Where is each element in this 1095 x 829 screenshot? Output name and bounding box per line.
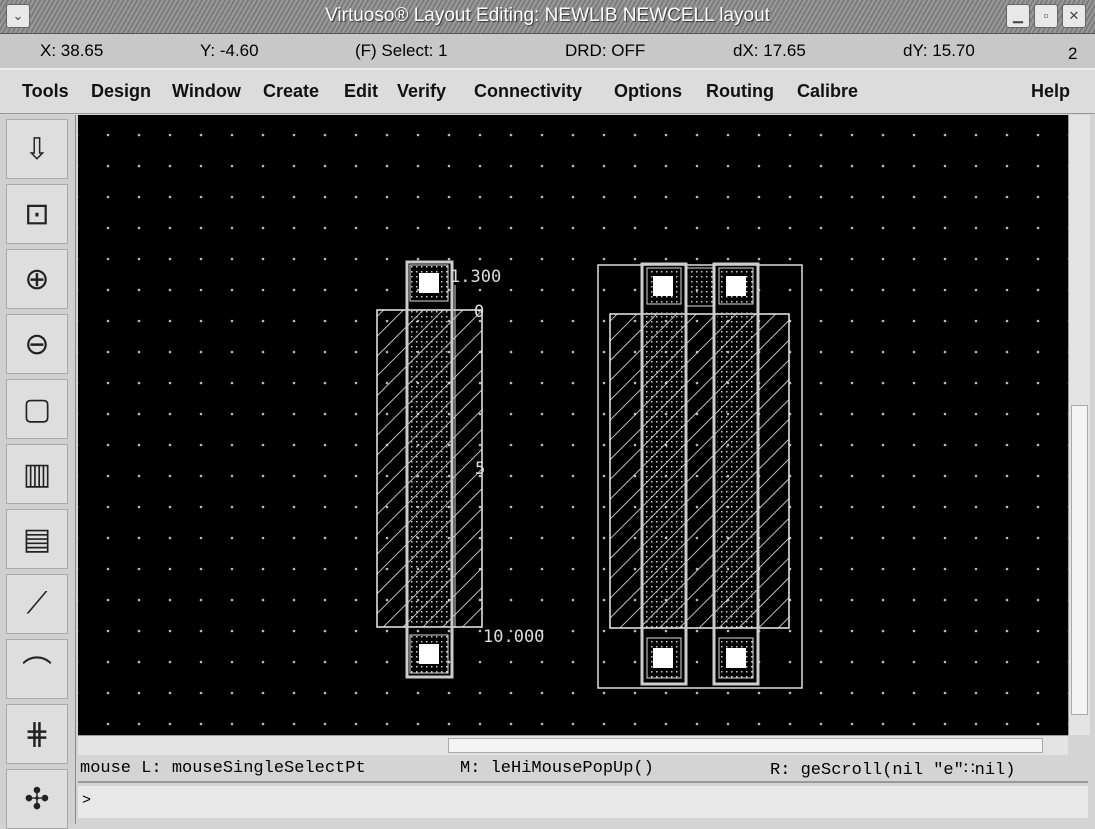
mouse-bindings: mouse L: mouseSingleSelectPt M: leHiMous… — [78, 757, 1088, 783]
select-box-icon: ▢ — [22, 392, 52, 426]
menu-bar: Tools Design Window Create Edit Verify C… — [0, 70, 1095, 114]
command-line[interactable]: > — [78, 786, 1088, 818]
poly-fill — [717, 312, 755, 628]
minimize-button[interactable]: ▁ — [1006, 4, 1030, 28]
grid-dots — [78, 115, 1068, 735]
poly-bridge — [685, 267, 715, 307]
menu-design[interactable]: Design — [91, 81, 151, 102]
contact-cut — [653, 648, 673, 668]
contact-cut — [653, 276, 673, 296]
horizontal-scrollbar[interactable] — [78, 735, 1068, 755]
menu-connectivity[interactable]: Connectivity — [474, 81, 582, 102]
left-toolbar: ⇩ ⊡ ⊕ ⊖ ▢ ▥ ▤ ⟋ ⌒ ⋕ ✣ — [0, 115, 76, 829]
menu-verify[interactable]: Verify — [397, 81, 446, 102]
dx-value: dX: 17.65 — [733, 41, 806, 60]
contact-cut — [726, 276, 746, 296]
path-icon: ⟋ — [26, 587, 48, 620]
window-number: 2 — [1068, 44, 1078, 63]
partial-select-icon: ▤ — [22, 522, 52, 556]
command-prompt: > — [82, 792, 92, 809]
drd-status: DRD: OFF — [565, 41, 646, 60]
mouse-middle-binding: M: leHiMousePopUp() — [460, 759, 654, 778]
menu-options[interactable]: Options — [614, 81, 682, 102]
mouse-right-binding: R: geScroll(nil "e"∷nil) — [770, 761, 1016, 780]
arc-icon: ⌒ — [22, 656, 52, 689]
zoom-out-tool-button[interactable]: ⊖ — [6, 314, 68, 374]
dy-value: dY: 15.70 — [903, 41, 975, 60]
diffusion — [609, 313, 790, 629]
menu-routing[interactable]: Routing — [706, 81, 774, 102]
contact-cut — [419, 273, 439, 293]
path-tool-button[interactable]: ⟋ — [6, 574, 68, 634]
vertical-scrollbar[interactable] — [1068, 115, 1090, 735]
save-tool-button[interactable]: ⇩ — [6, 119, 68, 179]
misc-tool-button[interactable]: ✣ — [6, 769, 68, 829]
ruler-label-bottom: 10.000 — [483, 627, 544, 647]
arc-tool-button[interactable]: ⌒ — [6, 639, 68, 699]
menu-window[interactable]: Window — [172, 81, 241, 102]
transistor-left[interactable] — [376, 260, 483, 679]
contact-cut — [726, 648, 746, 668]
layout-drawing: 1.300 0 5 10.000 — [78, 115, 1068, 735]
ruler-label-top: 1.300 — [450, 267, 501, 287]
zoom-fit-icon: ⊡ — [24, 197, 50, 231]
zoom-fit-tool-button[interactable]: ⊡ — [6, 184, 68, 244]
menu-create[interactable]: Create — [263, 81, 319, 102]
ruler-label-zero: 0 — [474, 302, 484, 322]
partial-select-tool-button[interactable]: ▤ — [6, 509, 68, 569]
select-box-tool-button[interactable]: ▢ — [6, 379, 68, 439]
status-bar: X: 38.65 Y: -4.60 (F) Select: 1 DRD: OFF… — [0, 34, 1095, 70]
menu-calibre[interactable]: Calibre — [797, 81, 858, 102]
poly-fill — [645, 312, 683, 628]
ruler-label-mid: 5 — [475, 459, 485, 479]
contact-cut — [419, 644, 439, 664]
mouse-left-binding: mouse L: mouseSingleSelectPt — [80, 759, 366, 778]
misc-icon: ✣ — [24, 782, 50, 816]
x-coord: X: 38.65 — [40, 41, 104, 60]
poly-fill — [410, 308, 448, 628]
select-count: (F) Select: 1 — [355, 41, 448, 60]
multi-select-tool-button[interactable]: ▥ — [6, 444, 68, 504]
menu-edit[interactable]: Edit — [344, 81, 378, 102]
window-title: Virtuoso® Layout Editing: NEWLIB NEWCELL… — [325, 5, 770, 26]
y-coord: Y: -4.60 — [200, 41, 259, 60]
menu-help[interactable]: Help — [1031, 81, 1070, 102]
zoom-in-icon: ⊕ — [24, 262, 50, 296]
zoom-out-icon: ⊖ — [24, 327, 50, 361]
pins-tool-button[interactable]: ⋕ — [6, 704, 68, 764]
vertical-scroll-thumb[interactable] — [1071, 405, 1088, 715]
layout-canvas[interactable]: 1.300 0 5 10.000 — [78, 115, 1068, 735]
title-bar: ⌄ Virtuoso® Layout Editing: NEWLIB NEWCE… — [0, 0, 1095, 34]
transistor-right[interactable] — [597, 262, 803, 689]
menu-tools[interactable]: Tools — [22, 81, 69, 102]
zoom-in-tool-button[interactable]: ⊕ — [6, 249, 68, 309]
pins-icon: ⋕ — [24, 717, 50, 751]
horizontal-scroll-thumb[interactable] — [448, 738, 1043, 753]
save-icon: ⇩ — [24, 132, 50, 166]
multi-select-icon: ▥ — [22, 457, 52, 491]
close-button[interactable]: ✕ — [1062, 4, 1086, 28]
maximize-button[interactable]: ▫ — [1034, 4, 1058, 28]
